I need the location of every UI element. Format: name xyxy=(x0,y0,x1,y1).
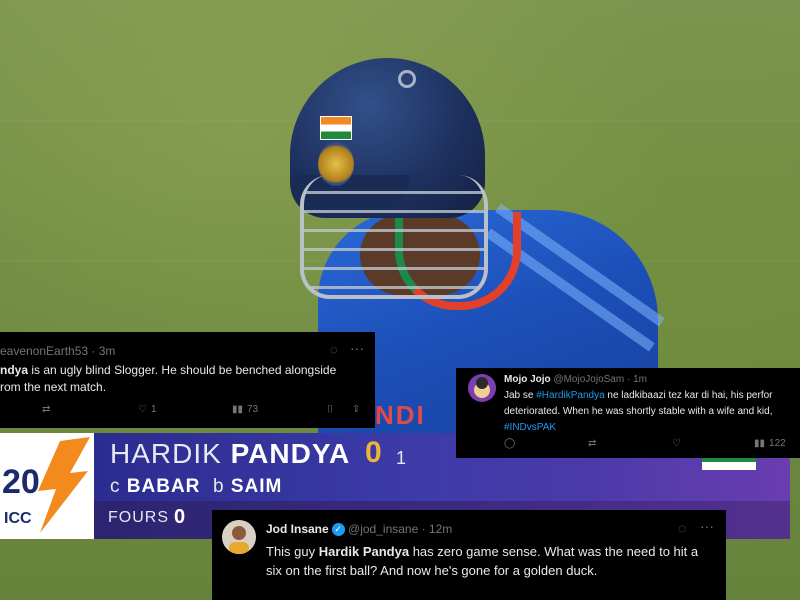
tweet-text: Jab se #HardikPandya ne ladkibaazi tez k… xyxy=(504,388,773,436)
more-icon[interactable]: ··· xyxy=(350,340,364,356)
fours-label: FOURS xyxy=(108,509,169,526)
hashtag-link[interactable]: #INDvsPAK xyxy=(504,422,556,433)
tweet-header: Mojo Jojo @MojoJojoSam · 1m xyxy=(504,374,647,385)
bookmark-icon: ⌷ xyxy=(327,404,333,415)
tweet-text-line1: is an ugly blind Slogger. He should be b… xyxy=(28,363,337,377)
tweet-handle[interactable]: @MojoJojoSam · 1m xyxy=(553,374,647,385)
bookmark-button[interactable]: ⌷ xyxy=(327,404,333,415)
like-button[interactable]: ♡ xyxy=(672,438,681,449)
last-name: PANDYA xyxy=(230,438,351,469)
tweet-text-line2: six on the first ball? And now he's gone… xyxy=(266,563,598,578)
views-button[interactable]: ▮▮ 122 xyxy=(754,438,786,449)
caught-prefix: c xyxy=(110,476,121,497)
bcci-emblem-icon xyxy=(318,142,354,186)
t20-logo-icon: 20 ICC xyxy=(2,437,90,533)
views-icon: ▮▮ xyxy=(754,438,766,449)
share-icon: ⇪ xyxy=(352,404,361,415)
tweet-text: This guy Hardik Pandya has zero game sen… xyxy=(266,542,698,580)
retweet-icon: ⇄ xyxy=(42,404,51,415)
tweet-header: eavenonEarth53 · 3m xyxy=(0,344,115,358)
india-flag-icon xyxy=(320,116,352,140)
tweet-text-part: ne ladkibaazi tez kar di hai, his perfor xyxy=(604,390,773,401)
tweet-bold-text: ndya xyxy=(0,363,29,377)
reply-button[interactable]: ◯ xyxy=(504,438,515,449)
tweet-text: ndya is an ugly blind Slogger. He should… xyxy=(0,362,336,396)
runs-scored: 0 xyxy=(365,436,382,469)
tweet-card-1[interactable]: eavenonEarth53 · 3m ◌ ··· ndya is an ugl… xyxy=(0,332,375,428)
retweet-icon: ⇄ xyxy=(588,438,597,449)
jersey-text: NDI xyxy=(375,400,426,430)
t20-world-cup-logo: 20 ICC xyxy=(0,433,94,539)
verified-badge-icon: ✓ xyxy=(331,522,345,536)
like-count: 1 xyxy=(150,404,157,415)
grok-icon[interactable]: ◌ xyxy=(330,342,338,357)
grok-icon[interactable]: ◌ xyxy=(678,520,686,536)
tweet-card-2[interactable]: Mojo Jojo @MojoJojoSam · 1m Jab se #Hard… xyxy=(456,368,800,458)
tweet-header: Jod Insane ✓ @jod_insane · 12m xyxy=(266,522,452,536)
avatar[interactable] xyxy=(222,520,256,554)
tweet-text-part: has zero game sense. What was the need t… xyxy=(409,544,699,559)
hashtag-link[interactable]: #HardikPandya xyxy=(536,390,604,401)
view-count: 73 xyxy=(247,404,259,415)
batsman-name: HARDIK PANDYA xyxy=(110,438,350,470)
jod-avatar-icon xyxy=(222,520,256,554)
tweet-author[interactable]: Mojo Jojo xyxy=(504,374,551,385)
heart-icon: ♡ xyxy=(672,438,681,449)
tweet-text-part: This guy xyxy=(266,544,319,559)
more-icon[interactable]: ··· xyxy=(700,518,714,534)
tweet-text-line2: deteriorated. When he was shortly stable… xyxy=(504,406,773,417)
avatar[interactable] xyxy=(468,374,496,402)
helmet-grill xyxy=(300,175,488,299)
like-button[interactable]: ♡ 1 xyxy=(138,404,157,415)
fours-value: 0 xyxy=(174,506,186,528)
mojo-avatar-icon xyxy=(468,374,496,402)
tweet-card-3[interactable]: Jod Insane ✓ @jod_insane · 12m ◌ ··· This… xyxy=(212,510,726,600)
bowled-by: SAIM xyxy=(230,476,283,497)
reply-icon: ◯ xyxy=(504,438,516,449)
dismissal-info: c BABAR b SAIM xyxy=(110,476,282,498)
tweet-bold-text: Hardik Pandya xyxy=(318,544,410,559)
tweet-text-line2: rom the next match. xyxy=(0,380,107,394)
balls-faced: 1 xyxy=(396,448,407,468)
logo-number: 20 xyxy=(2,463,40,501)
tweet-author[interactable]: Jod Insane xyxy=(266,522,329,536)
retweet-button[interactable]: ⇄ xyxy=(42,404,50,415)
views-icon: ▮▮ xyxy=(232,404,244,415)
first-name: HARDIK xyxy=(110,438,222,469)
views-button[interactable]: ▮▮ 73 xyxy=(232,404,258,415)
view-count: 122 xyxy=(769,438,786,449)
bowled-prefix: b xyxy=(212,476,225,497)
caught-by: BABAR xyxy=(126,476,201,497)
tweet-handle[interactable]: @jod_insane · 12m xyxy=(348,522,452,536)
logo-icc: ICC xyxy=(4,510,32,527)
share-button[interactable]: ⇪ xyxy=(352,404,360,415)
retweet-button[interactable]: ⇄ xyxy=(588,438,596,449)
tweet-text-part: Jab se xyxy=(504,390,537,401)
tweet-handle[interactable]: eavenonEarth53 · 3m xyxy=(0,344,115,358)
helmet-vent xyxy=(398,70,416,88)
heart-icon: ♡ xyxy=(138,404,147,415)
